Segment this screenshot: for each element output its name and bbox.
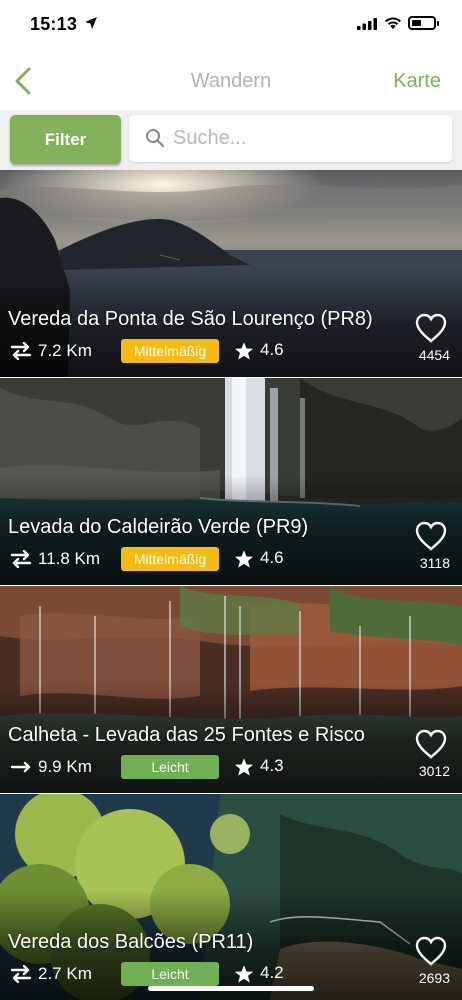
trail-distance: 11.8 Km bbox=[38, 549, 101, 568]
cellular-signal-icon bbox=[357, 18, 377, 30]
trail-rating: 4.2 bbox=[260, 963, 284, 982]
trail-card[interactable]: Vereda dos Balcões (PR11) 2.7 Km Leicht … bbox=[0, 794, 462, 1000]
heart-icon[interactable] bbox=[414, 312, 448, 344]
search-input[interactable] bbox=[173, 115, 443, 162]
trail-card[interactable]: Levada do Caldeirão Verde (PR9) 11.8 Km … bbox=[0, 378, 462, 585]
wifi-icon bbox=[385, 17, 401, 29]
heart-icon[interactable] bbox=[414, 728, 448, 760]
round-trip-icon bbox=[10, 550, 32, 568]
trail-rating: 4.6 bbox=[260, 548, 284, 567]
map-button[interactable]: Karte bbox=[393, 70, 441, 93]
trail-distance: 7.2 Km bbox=[38, 341, 92, 360]
location-arrow-icon bbox=[85, 17, 97, 29]
like-count: 2693 bbox=[418, 970, 450, 986]
star-icon bbox=[234, 758, 254, 776]
filter-button[interactable]: Filter bbox=[10, 115, 121, 164]
search-icon bbox=[146, 129, 165, 148]
search-box[interactable] bbox=[129, 115, 452, 162]
difficulty-badge: Leicht bbox=[121, 755, 219, 779]
round-trip-icon bbox=[10, 342, 32, 360]
battery-icon bbox=[408, 16, 439, 30]
trail-title: Levada do Caldeirão Verde (PR9) bbox=[8, 516, 309, 538]
trail-rating: 4.6 bbox=[260, 340, 284, 359]
trail-title: Vereda da Ponta de São Lourenço (PR8) bbox=[8, 308, 373, 330]
star-icon bbox=[234, 965, 254, 983]
like-count: 3118 bbox=[419, 555, 450, 571]
trail-distance: 9.9 Km bbox=[38, 757, 92, 776]
star-icon bbox=[234, 342, 254, 360]
trail-rating: 4.3 bbox=[260, 756, 284, 775]
heart-icon[interactable] bbox=[414, 520, 448, 552]
difficulty-badge: Mittelmäßig bbox=[121, 339, 219, 363]
like-count: 4454 bbox=[418, 347, 450, 363]
battery-level bbox=[412, 20, 421, 26]
trail-title: Vereda dos Balcões (PR11) bbox=[8, 931, 254, 953]
one-way-icon bbox=[10, 761, 31, 773]
star-icon bbox=[234, 550, 254, 568]
trail-distance: 2.7 Km bbox=[38, 964, 92, 983]
trail-card[interactable]: Calheta - Levada das 25 Fontes e Risco 9… bbox=[0, 586, 462, 793]
home-indicator[interactable] bbox=[148, 986, 314, 991]
navigation-bar: Wandern Karte bbox=[0, 50, 462, 110]
like-count: 3012 bbox=[418, 763, 450, 779]
trail-title: Calheta - Levada das 25 Fontes e Risco bbox=[8, 724, 365, 746]
toolbar: Filter bbox=[0, 110, 462, 170]
difficulty-badge: Leicht bbox=[121, 962, 219, 986]
trail-card[interactable]: Vereda da Ponta de São Lourenço (PR8) 7.… bbox=[0, 170, 462, 377]
heart-icon[interactable] bbox=[414, 935, 448, 967]
difficulty-badge: Mittelmäßig bbox=[121, 547, 219, 571]
status-bar: 15:13 bbox=[0, 0, 462, 50]
status-time: 15:13 bbox=[30, 14, 78, 34]
round-trip-icon bbox=[10, 965, 32, 983]
